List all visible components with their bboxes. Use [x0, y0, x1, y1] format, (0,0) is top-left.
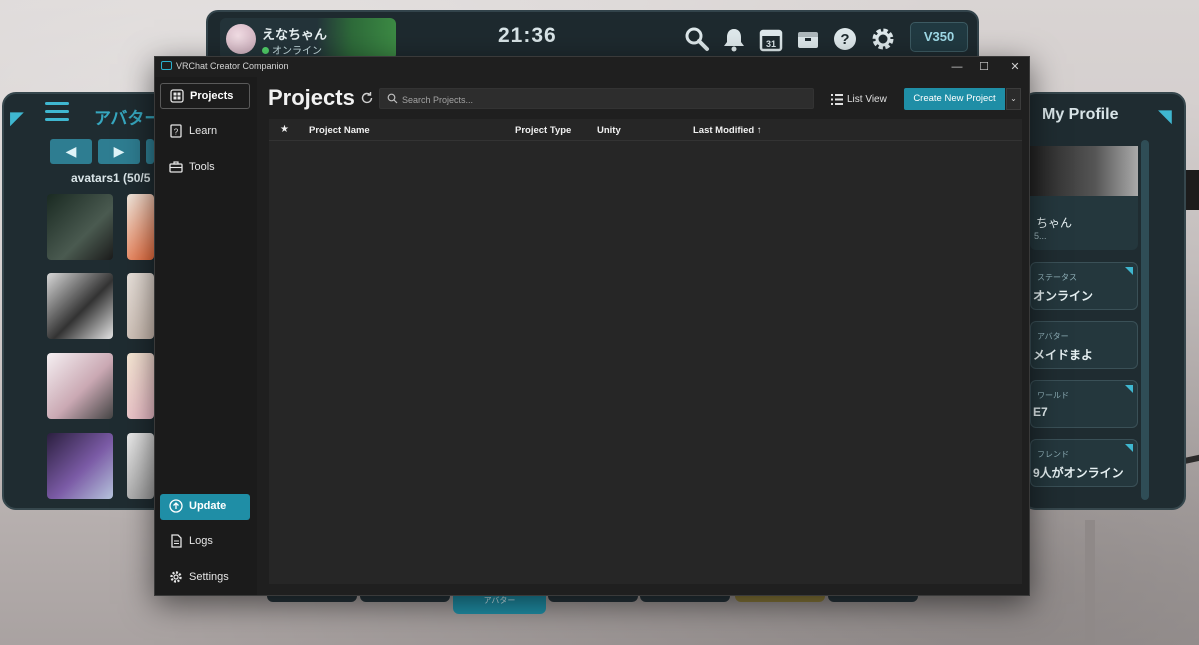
vr-prev-page-button[interactable]: ◀ — [50, 139, 92, 164]
corner-indicator-icon — [1125, 444, 1133, 452]
document-icon — [171, 534, 182, 548]
vr-username: えなちゃん — [262, 27, 328, 42]
window-title: VRChat Creator Companion — [176, 61, 289, 71]
svg-text:?: ? — [174, 128, 179, 137]
help-icon[interactable]: ? — [831, 26, 859, 54]
chevron-down-icon: ⌄ — [1010, 94, 1017, 103]
sidebar-item-label: Projects — [190, 90, 234, 102]
search-input[interactable] — [400, 91, 804, 108]
vr-wing-icon: ◥ — [1158, 106, 1172, 126]
calendar-icon[interactable]: 31 — [757, 26, 785, 54]
main-content: Projects List View Create New Project ⌄ … — [257, 77, 1029, 595]
vr-scrollbar[interactable] — [1141, 140, 1149, 500]
sidebar-item-label: Learn — [189, 125, 218, 137]
avatar — [226, 24, 256, 54]
vr-profile-image — [1030, 146, 1138, 196]
sidebar-item-tools[interactable]: Tools — [160, 155, 250, 181]
column-header-project-name[interactable]: Project Name — [309, 125, 370, 136]
vr-profile-name: ちゃん — [1036, 216, 1073, 230]
arrow-up-circle-icon — [169, 499, 183, 513]
favorite-star-icon[interactable]: ★ — [280, 124, 289, 135]
column-header-unity[interactable]: Unity — [597, 125, 621, 136]
window-titlebar[interactable]: VRChat Creator Companion — ☐ ✕ — [155, 57, 1029, 77]
online-dot-icon — [262, 47, 269, 54]
sidebar-item-projects[interactable]: Projects — [160, 83, 250, 109]
corner-indicator-icon — [1125, 267, 1133, 275]
vr-next-page-button[interactable]: ▶ — [98, 139, 140, 164]
vr-avatar-thumbnail[interactable] — [127, 273, 154, 339]
refresh-button[interactable] — [359, 91, 375, 107]
creator-companion-window: VRChat Creator Companion — ☐ ✕ Projects … — [154, 56, 1030, 596]
search-icon — [387, 93, 398, 104]
vr-avatar-list-label: avatars1 (50/5 — [71, 171, 151, 185]
vr-card-label: フレンド — [1037, 450, 1069, 459]
grid-icon — [170, 89, 184, 103]
list-view-button[interactable]: List View — [829, 89, 891, 109]
vr-avatar-thumbnail[interactable] — [127, 194, 154, 260]
bell-icon[interactable] — [720, 26, 748, 54]
app-logo-icon — [161, 61, 172, 70]
vr-card-value: メイドまよ — [1033, 348, 1094, 362]
projects-table: ★ Project Name Project Type Unity Last M… — [269, 119, 1022, 584]
vr-avatar-thumbnail[interactable] — [47, 433, 113, 499]
vr-avatar-thumbnail[interactable] — [47, 273, 113, 339]
vr-card-label: ワールド — [1037, 391, 1069, 400]
question-book-icon: ? — [170, 124, 182, 138]
search-box[interactable] — [379, 88, 814, 109]
create-options-dropdown[interactable]: ⌄ — [1006, 88, 1021, 110]
sidebar-item-logs[interactable]: Logs — [160, 529, 250, 555]
vr-nav-button[interactable] — [146, 139, 154, 164]
vr-card-label: ステータス — [1037, 273, 1077, 282]
vr-wing-icon: ◤ — [10, 108, 24, 128]
vr-avatar-panel-title: アバター — [94, 109, 162, 128]
sidebar: Projects ? Learn Tools Update Logs Setti… — [155, 77, 257, 595]
hamburger-menu-icon[interactable] — [45, 102, 69, 122]
minimize-button[interactable]: — — [945, 59, 969, 75]
create-new-project-button[interactable]: Create New Project — [904, 88, 1005, 110]
gear-icon[interactable] — [869, 26, 897, 54]
vr-environment-object — [1085, 520, 1095, 645]
close-button[interactable]: ✕ — [1003, 59, 1027, 75]
maximize-button[interactable]: ☐ — [972, 59, 996, 75]
vr-credits-badge[interactable]: V350 — [910, 22, 968, 52]
sidebar-item-label: Tools — [189, 161, 215, 173]
svg-text:?: ? — [840, 31, 849, 48]
vr-profile-card-status[interactable]: ステータス オンライン — [1030, 262, 1138, 310]
vr-avatar-thumbnail[interactable] — [127, 353, 154, 419]
vr-status: オンライン — [262, 42, 322, 57]
list-view-label: List View — [847, 94, 887, 105]
vr-card-value: 9人がオンライン — [1033, 466, 1124, 480]
gear-icon — [170, 571, 182, 583]
vr-card-value: オンライン — [1033, 289, 1094, 303]
page-title: Projects — [268, 85, 355, 110]
toolbox-icon — [169, 161, 183, 173]
vr-profile-card-avatar[interactable]: アバター メイドまよ — [1030, 321, 1138, 369]
table-header: ★ Project Name Project Type Unity Last M… — [269, 119, 1022, 141]
refresh-icon — [361, 92, 373, 104]
corner-indicator-icon — [1125, 385, 1133, 393]
search-icon[interactable] — [683, 26, 711, 54]
vr-card-value: E7 — [1033, 405, 1048, 419]
column-header-project-type[interactable]: Project Type — [515, 125, 571, 136]
vr-profile-subtext: 5... — [1034, 231, 1047, 241]
sidebar-item-label: Settings — [189, 571, 229, 583]
sidebar-item-settings[interactable]: Settings — [160, 565, 250, 591]
sidebar-item-label: Logs — [189, 535, 213, 547]
vr-avatar-thumbnail[interactable] — [47, 194, 113, 260]
vr-profile-card-world[interactable]: ワールド E7 — [1030, 380, 1138, 428]
list-icon — [831, 94, 843, 105]
sidebar-item-update[interactable]: Update — [160, 494, 250, 520]
vr-avatar-thumbnail[interactable] — [127, 433, 154, 499]
vr-user-card[interactable]: えなちゃん オンライン — [220, 18, 396, 60]
vr-profile-title: My Profile — [1042, 106, 1119, 123]
sidebar-item-learn[interactable]: ? Learn — [160, 119, 250, 145]
vr-avatar-thumbnail[interactable] — [47, 353, 113, 419]
column-header-last-modified[interactable]: Last Modified ↑ — [693, 125, 762, 136]
vr-profile-card-friends[interactable]: フレンド 9人がオンライン — [1030, 439, 1138, 487]
inventory-icon[interactable] — [794, 26, 822, 54]
calendar-day: 31 — [766, 39, 776, 49]
sidebar-item-label: Update — [189, 500, 227, 512]
vr-clock: 21:36 — [498, 24, 557, 47]
vr-card-label: アバター — [1037, 332, 1069, 341]
